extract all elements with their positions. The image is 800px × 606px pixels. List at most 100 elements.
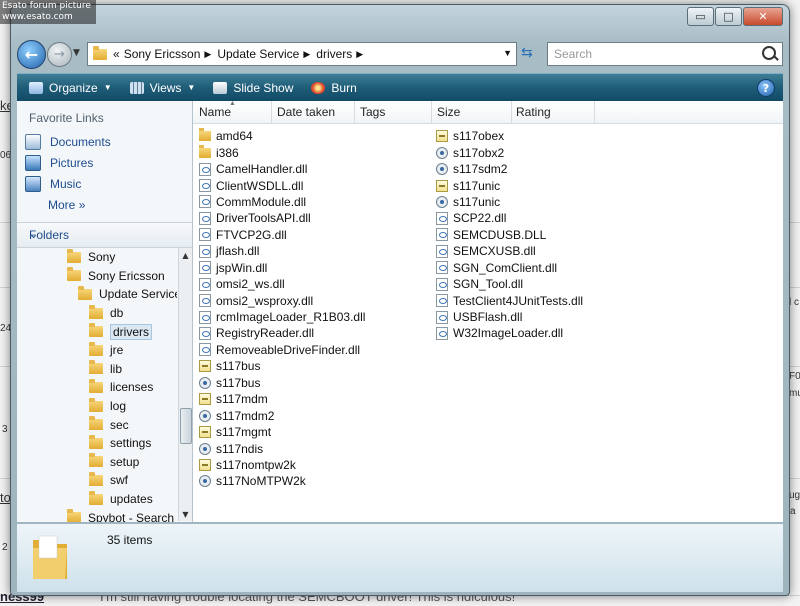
file-item[interactable]: SGN_ComClient.dll [436,260,583,276]
file-item[interactable]: USBFlash.dll [436,309,583,325]
file-item[interactable]: CommModule.dll [199,194,365,210]
file-item[interactable]: SEMCXUSB.dll [436,243,583,259]
more-links-button[interactable]: More » [17,194,192,216]
file-item[interactable]: s117obex [436,128,583,144]
back-button[interactable]: ← [17,40,46,69]
breadcrumb-drivers[interactable]: drivers [316,47,352,61]
setup-info-icon [199,360,211,373]
navigation-scrollbar[interactable]: ▲ ▼ [178,248,192,521]
folders-header[interactable]: Folders ⌄ [17,222,192,248]
column-divider[interactable] [431,101,432,123]
column-tags[interactable]: Tags [360,105,385,119]
tree-item[interactable]: sec [17,415,177,434]
file-item[interactable]: DriverToolsAPI.dll [199,210,365,226]
tree-item[interactable]: licenses [17,378,177,397]
file-item[interactable]: amd64 [199,128,365,144]
slideshow-button[interactable]: Slide Show [213,81,293,95]
close-button[interactable]: ✕ [743,7,783,26]
column-size[interactable]: Size [437,105,460,119]
tree-item[interactable]: db [17,304,177,323]
column-divider[interactable] [354,101,355,123]
tree-item[interactable]: updates [17,490,177,509]
file-item[interactable]: omsi2_wsproxy.dll [199,292,365,308]
file-item[interactable]: s117obx2 [436,144,583,160]
file-item[interactable]: s117bus [199,375,365,391]
maximize-button[interactable]: □ [715,7,742,26]
file-item[interactable]: SCP22.dll [436,210,583,226]
breadcrumb-sony-ericsson[interactable]: Sony Ericsson [124,47,201,61]
file-item[interactable]: rcmImageLoader_R1B03.dll [199,309,365,325]
scrollbar-thumb[interactable] [180,408,192,444]
dll-file-icon [199,162,211,176]
file-item[interactable]: s117nomtpw2k [199,457,365,473]
file-name: s117bus [216,375,261,390]
breadcrumb-overflow[interactable]: « [113,47,120,61]
chevron-down-icon[interactable]: ▼ [503,48,512,58]
column-divider[interactable] [594,101,595,123]
file-item[interactable]: jflash.dll [199,243,365,259]
favorite-music[interactable]: Music [17,173,192,194]
minimize-button[interactable]: ▭ [687,7,714,26]
file-item[interactable]: SEMCDUSB.DLL [436,227,583,243]
file-item[interactable]: s117ndis [199,440,365,456]
tree-item[interactable]: jre [17,341,177,360]
breadcrumb-update-service[interactable]: Update Service [217,47,299,61]
tree-item[interactable]: lib [17,360,177,379]
tree-item[interactable]: log [17,397,177,416]
help-icon[interactable]: ? [757,79,775,97]
column-name[interactable]: Name [199,105,231,119]
refresh-button[interactable]: ⇆ [521,45,543,63]
search-icon[interactable] [762,46,776,60]
chevron-right-icon[interactable]: ▶ [204,49,211,60]
file-item[interactable]: s117NoMTPW2k [199,473,365,489]
tree-item-label: log [110,399,127,414]
file-item[interactable]: ClientWSDLL.dll [199,177,365,193]
file-item[interactable]: SGN_Tool.dll [436,276,583,292]
file-item[interactable]: RemoveableDriveFinder.dll [199,342,365,358]
tree-item[interactable]: Update Service [17,285,177,304]
file-item[interactable]: omsi2_ws.dll [199,276,365,292]
file-item[interactable]: s117unic [436,177,583,193]
recent-pages-button[interactable]: ▼ [73,48,80,58]
chevron-down-icon[interactable]: ⌄ [29,228,182,241]
column-date-taken[interactable]: Date taken [277,105,335,119]
search-input[interactable]: Search [547,42,783,66]
organize-button[interactable]: Organize ▼ [29,81,112,95]
file-name: s117mdm [216,392,268,407]
file-item[interactable]: s117mdm [199,391,365,407]
file-item[interactable]: CamelHandler.dll [199,161,365,177]
burn-button[interactable]: Burn [311,81,357,95]
column-rating[interactable]: Rating [516,105,551,119]
tree-item[interactable]: Sony [17,248,177,267]
file-item[interactable]: s117mdm2 [199,407,365,423]
tree-item[interactable]: drivers [17,322,177,341]
views-button[interactable]: Views ▼ [129,81,195,95]
address-bar[interactable]: « Sony Ericsson ▶ Update Service ▶ drive… [87,42,517,66]
tree-item[interactable]: swf [17,471,177,490]
favorite-documents[interactable]: Documents [17,131,192,152]
file-item[interactable]: jspWin.dll [199,260,365,276]
scroll-down-arrow-icon[interactable]: ▼ [179,507,192,521]
file-item[interactable]: s117mgmt [199,424,365,440]
folder-icon [89,304,103,319]
tree-item[interactable]: settings [17,434,177,453]
folder-icon [89,416,103,431]
file-item[interactable]: s117bus [199,358,365,374]
tree-item[interactable]: Sony Ericsson [17,267,177,286]
file-item[interactable]: RegistryReader.dll [199,325,365,341]
column-divider[interactable] [511,101,512,123]
file-item[interactable]: W32ImageLoader.dll [436,325,583,341]
scroll-up-arrow-icon[interactable]: ▲ [179,248,192,262]
tree-item[interactable]: setup [17,453,177,472]
file-item[interactable]: i386 [199,144,365,160]
file-item[interactable]: TestClient4JUnitTests.dll [436,292,583,308]
file-item[interactable]: s117sdm2 [436,161,583,177]
forward-button[interactable]: → [47,42,72,67]
chevron-right-icon[interactable]: ▶ [356,49,363,60]
favorite-pictures[interactable]: Pictures [17,152,192,173]
chevron-right-icon[interactable]: ▶ [303,49,310,60]
file-item[interactable]: s117unic [436,194,583,210]
tree-item[interactable]: Spybot - Search & [17,508,177,522]
column-divider[interactable] [271,101,272,123]
file-item[interactable]: FTVCP2G.dll [199,227,365,243]
